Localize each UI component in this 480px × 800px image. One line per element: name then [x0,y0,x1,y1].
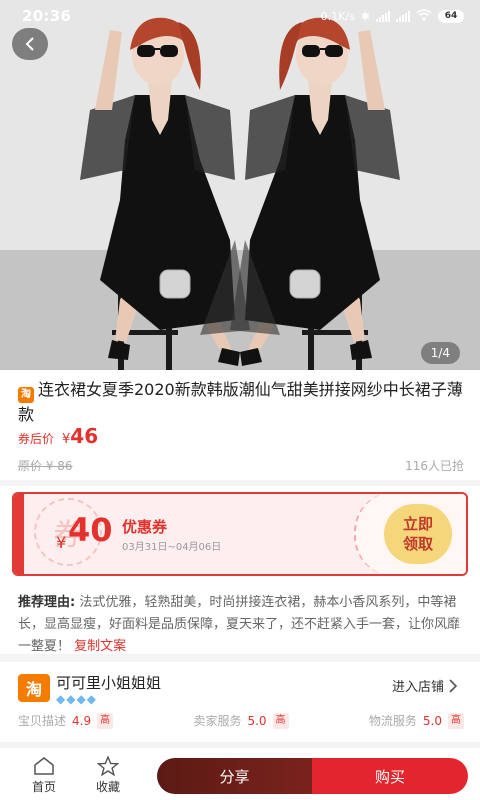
sold-count: 116人已抢 [405,459,464,473]
price-label: 券后价 [18,432,55,446]
diamond-icon: ◆ [86,692,96,706]
home-icon [34,757,54,775]
coupon-currency: ¥ [56,533,67,552]
rating-logistics: 物流服务 5.0 高 [369,712,464,729]
diamond-icon: ◆ [66,692,76,706]
wifi-icon [416,8,432,24]
signal-icon-2 [396,10,410,22]
home-button[interactable]: 首页 [24,756,64,795]
product-photo [0,0,480,370]
rating-label: 卖家服务 [193,714,242,728]
section-divider [0,480,480,486]
original-price-row: 原价 ¥ 86 116人已抢 [18,457,464,474]
favorite-label: 收藏 [95,780,120,794]
buy-button[interactable]: 购买 [312,758,468,794]
rating-value: 4.9 [72,713,92,728]
copy-text-link[interactable]: 复制文案 [74,639,126,654]
rating-value: 5.0 [422,713,442,728]
claim-coupon-button[interactable]: 立即 领取 [384,504,452,564]
net-speed: 0.1K/s [320,9,355,23]
coupon-title: 优惠券 [122,518,168,536]
rating-level: 高 [272,712,289,729]
enter-shop-link[interactable]: 进入店铺 [392,676,458,695]
bottom-action-bar: 首页 收藏 分享 购买 [0,748,480,800]
claim-label-1: 立即 [402,515,433,533]
diamond-icon: ◆ [76,692,86,706]
coupon-date-range: 03月31日~04月06日 [122,542,222,553]
shop-logo: 淘 [18,674,50,702]
price-amount: 46 [70,424,99,448]
product-title: 淘连衣裙女夏季2020新款韩版潮仙气甜美拼接网纱中长裙子薄款 [18,378,464,427]
claim-label-2: 领取 [402,535,433,553]
product-image-gallery[interactable]: 1/4 [0,0,480,370]
rating-description: 宝贝描述 4.9 高 [18,712,114,729]
taobao-icon: 淘 [18,387,34,403]
product-title-text: 连衣裙女夏季2020新款韩版潮仙气甜美拼接网纱中长裙子薄款 [18,380,463,424]
rating-value: 5.0 [247,713,267,728]
star-icon [97,756,119,776]
shop-ratings: 宝贝描述 4.9 高 卖家服务 5.0 高 物流服务 5.0 高 [18,712,464,729]
price-row: 券后价 ¥ 46 [18,424,98,448]
bluetooth-icon: ✱ [360,9,370,23]
coupon-amount: 40 [68,511,113,549]
coupon-strip [14,494,24,574]
original-price: 原价 ¥ 86 [18,459,73,473]
status-time: 20:36 [22,7,72,25]
rating-level: 高 [97,712,114,729]
rating-level: 高 [447,712,464,729]
favorite-button[interactable]: 收藏 [88,756,128,795]
rating-service: 卖家服务 5.0 高 [193,712,289,729]
shop-name: 可可里小姐姐姐 [56,674,162,692]
enter-shop-label: 进入店铺 [391,680,444,695]
battery-icon: 64 [438,9,464,23]
share-button[interactable]: 分享 [157,758,312,794]
image-page-indicator: 1/4 [420,342,460,364]
signal-icon [376,10,390,22]
action-pill: 分享 购买 [157,758,468,794]
chevron-left-icon [25,37,34,51]
chevron-right-icon [449,678,458,693]
price-currency: ¥ [62,432,71,447]
recommend-reason: 推荐理由: 法式优雅，轻熟甜美，时尚拼接连衣裙，赫本小香风系列，中等裙长，显高显… [18,592,466,658]
home-label: 首页 [31,780,56,794]
status-bar: 20:36 0.1K/s ✱ 64 [0,0,480,32]
status-icons: 0.1K/s ✱ 64 [320,8,464,24]
rating-label: 宝贝描述 [18,714,67,728]
diamond-icon: ◆ [56,692,66,706]
recommend-label: 推荐理由: [18,595,76,610]
shop-level-diamonds: ◆ ◆ ◆ ◆ [56,692,96,706]
back-button[interactable] [12,28,48,60]
section-divider [0,654,480,662]
rating-label: 物流服务 [368,714,417,728]
coupon-card[interactable]: 券 ¥ 40 优惠券 03月31日~04月06日 立即 领取 [12,492,468,576]
